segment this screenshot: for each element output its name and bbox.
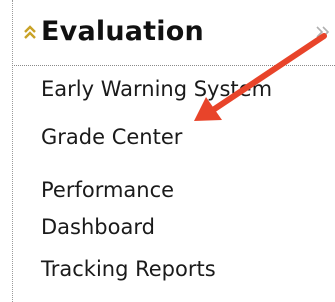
course-menu-panel: Evaluation Early Warning System Grade Ce… — [0, 0, 335, 302]
section-title[interactable]: Evaluation — [41, 16, 204, 47]
menu-item-performance-dashboard[interactable]: Performance Dashboard — [41, 172, 241, 246]
menu-item-tracking-reports[interactable]: Tracking Reports — [41, 256, 216, 282]
section-header[interactable]: Evaluation — [0, 0, 335, 66]
double-chevron-right-icon[interactable] — [314, 25, 330, 39]
menu-item-grade-center[interactable]: Grade Center — [41, 124, 182, 150]
menu-item-early-warning-system[interactable]: Early Warning System — [41, 76, 272, 102]
double-chevron-up-icon[interactable] — [22, 24, 38, 40]
header-divider — [12, 65, 335, 66]
